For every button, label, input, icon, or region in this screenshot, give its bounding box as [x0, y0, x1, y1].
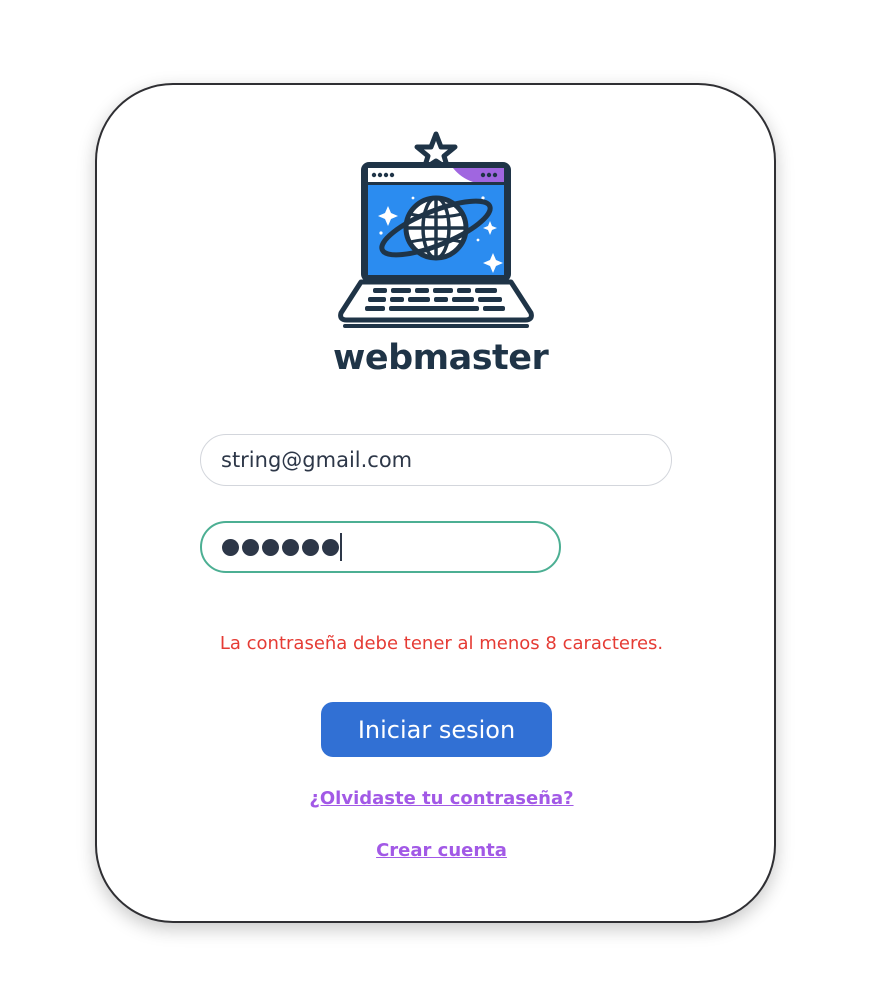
brand-name: webmaster	[333, 338, 549, 378]
password-dot	[242, 538, 259, 556]
laptop-planet-icon	[338, 131, 534, 328]
password-field[interactable]	[200, 521, 561, 573]
password-dot	[322, 538, 339, 556]
password-mask	[222, 538, 339, 556]
error-message: La contraseña debe tener al menos 8 cara…	[219, 633, 664, 654]
password-dot	[302, 538, 319, 556]
create-account-link[interactable]: Crear cuenta	[0, 840, 883, 861]
forgot-password-link[interactable]: ¿Olvidaste tu contraseña?	[0, 788, 883, 809]
password-dot	[282, 538, 299, 556]
webmaster-logo: webmaster	[333, 128, 549, 378]
email-field[interactable]: string@gmail.com	[200, 434, 672, 486]
login-button[interactable]: Iniciar sesion	[321, 702, 552, 757]
password-dot	[262, 538, 279, 556]
password-dot	[222, 538, 239, 556]
email-value: string@gmail.com	[221, 448, 413, 472]
text-caret	[340, 533, 342, 561]
